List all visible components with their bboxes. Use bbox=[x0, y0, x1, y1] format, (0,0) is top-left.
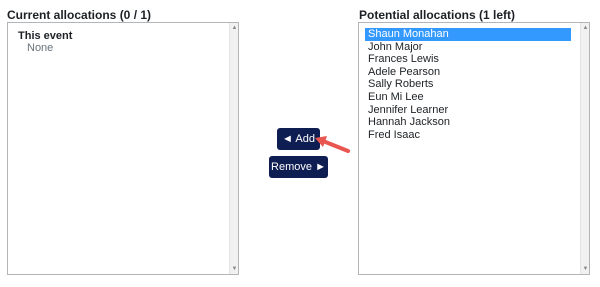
empty-option: None bbox=[27, 42, 54, 54]
option-item[interactable]: John Major bbox=[365, 41, 571, 54]
current-list-scrollbar[interactable]: ▲ ▼ bbox=[229, 23, 238, 274]
option-item[interactable]: Hannah Jackson bbox=[365, 116, 571, 129]
option-item[interactable]: Shaun Monahan bbox=[365, 28, 571, 41]
option-item[interactable]: Jennifer Learner bbox=[365, 104, 571, 117]
pointer-arrow-icon bbox=[315, 136, 350, 153]
option-item[interactable]: Adele Pearson bbox=[365, 66, 571, 79]
option-item[interactable]: Frances Lewis bbox=[365, 53, 571, 66]
scroll-up-icon[interactable]: ▲ bbox=[230, 24, 239, 32]
scroll-down-icon[interactable]: ▼ bbox=[230, 265, 239, 273]
scroll-up-icon[interactable]: ▲ bbox=[581, 24, 590, 32]
potential-options: Shaun Monahan John Major Frances Lewis Adel… bbox=[365, 28, 571, 141]
potential-allocations-list[interactable]: Shaun Monahan John Major Frances Lewis Adel… bbox=[358, 22, 590, 275]
current-allocations-list[interactable]: This event None ▲ ▼ bbox=[7, 22, 239, 275]
potential-allocations-label: Potential allocations (1 left) bbox=[359, 8, 516, 22]
remove-button[interactable]: Remove ► bbox=[269, 156, 328, 178]
option-item[interactable]: Fred Isaac bbox=[365, 129, 571, 142]
scroll-down-icon[interactable]: ▼ bbox=[581, 265, 590, 273]
option-item[interactable]: Eun Mi Lee bbox=[365, 91, 571, 104]
option-item[interactable]: Sally Roberts bbox=[365, 78, 571, 91]
current-allocations-label: Current allocations (0 / 1) bbox=[7, 8, 152, 22]
potential-list-scrollbar[interactable]: ▲ ▼ bbox=[580, 23, 589, 274]
optgroup-this-event: This event bbox=[18, 30, 73, 42]
